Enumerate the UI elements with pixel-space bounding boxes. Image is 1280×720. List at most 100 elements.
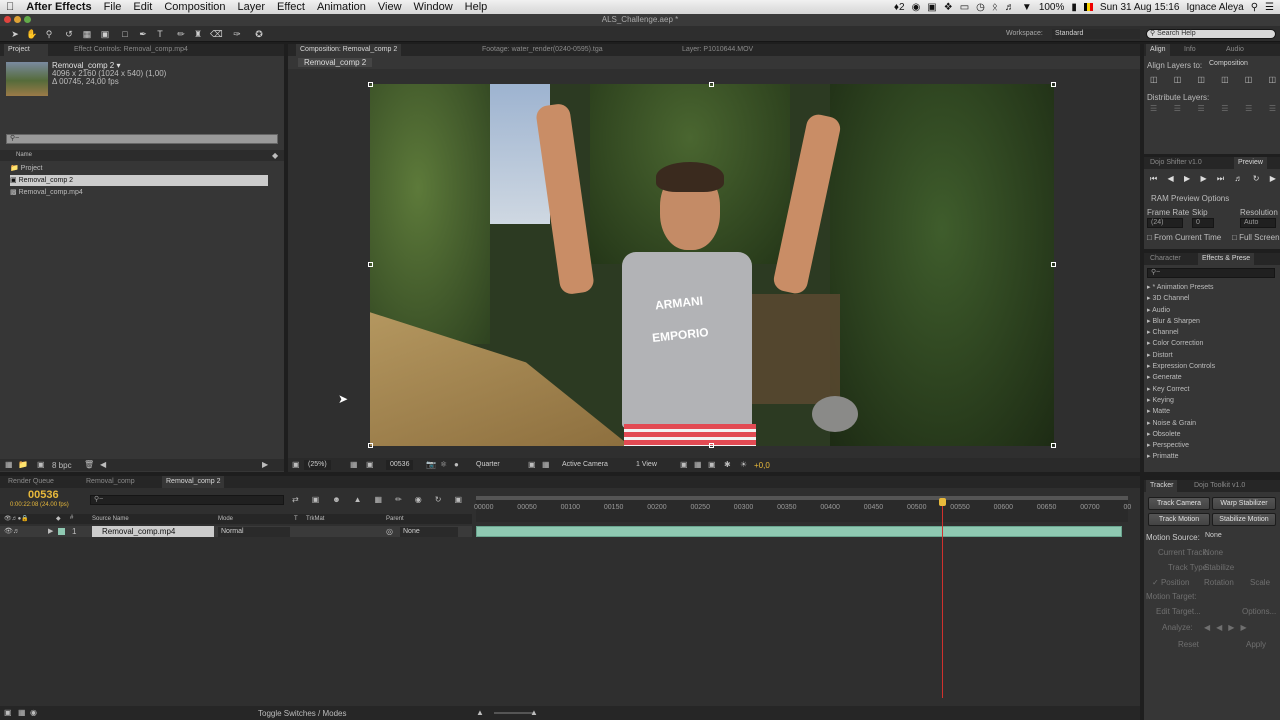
ram-preview-icon[interactable]: ▶ [1270, 174, 1276, 184]
effect-category-item[interactable]: ▸ Distort [1147, 350, 1275, 361]
effects-search-input[interactable]: ⚲~ [1147, 268, 1275, 278]
first-frame-icon[interactable]: ⏮ [1150, 174, 1157, 184]
tab-layer[interactable]: Layer: P1010644.MOV [678, 44, 757, 56]
graph-editor-icon[interactable]: ↻ [435, 495, 442, 504]
magnification-dropdown[interactable]: (25%) [304, 460, 331, 470]
menu-file[interactable]: File [98, 0, 128, 14]
rotation-checkbox[interactable]: Rotation [1204, 578, 1234, 587]
comp-frame[interactable]: ARMANI EMPORIO [370, 84, 1054, 446]
tab-project[interactable]: Project [4, 44, 48, 56]
source-name-column[interactable]: Source Name [92, 516, 129, 522]
tab-tracker[interactable]: Tracker [1146, 480, 1178, 492]
distribute-1-icon[interactable]: ☰ [1150, 104, 1157, 116]
distribute-5-icon[interactable]: ☰ [1245, 104, 1252, 116]
frame-rate-field[interactable]: (24) [1147, 218, 1183, 228]
search-help-input[interactable]: ⚲ Search Help [1146, 29, 1276, 39]
pen-tool-icon[interactable]: ✒ [138, 29, 148, 39]
delete-icon[interactable]: 🗑 [84, 460, 94, 469]
track-motion-button[interactable]: Track Motion [1148, 513, 1210, 526]
effect-category-item[interactable]: ▸ Audio [1147, 305, 1275, 316]
tab-dojo-shifter[interactable]: Dojo Shifter v1.0 [1146, 157, 1206, 169]
notification-icon[interactable]: ☰ [1265, 2, 1274, 13]
distribute-6-icon[interactable]: ☰ [1269, 104, 1276, 116]
mask-visibility-icon[interactable]: ▣ [366, 460, 374, 469]
clone-stamp-tool-icon[interactable]: ♜ [193, 29, 203, 39]
new-comp-icon[interactable]: ▣ [37, 460, 45, 469]
menu-view[interactable]: View [372, 0, 408, 14]
camera-tool-icon[interactable]: ▦ [82, 29, 92, 39]
tab-effect-controls[interactable]: Effect Controls: Removal_comp.mp4 [70, 44, 192, 56]
comp-mini-flowchart-icon[interactable]: ⇄ [292, 495, 299, 504]
effect-category-item[interactable]: ▸ 3D Channel [1147, 293, 1275, 304]
toggle-switches-modes[interactable]: Toggle Switches / Modes [258, 709, 347, 718]
parent-column[interactable]: Parent [386, 516, 404, 522]
resolution-field[interactable]: Auto [1240, 218, 1276, 228]
project-search-input[interactable]: ⚲~ [6, 134, 278, 144]
effect-category-item[interactable]: ▸ Obsolete [1147, 429, 1275, 440]
fast-preview-icon[interactable]: ▦ [694, 460, 702, 469]
effect-category-item[interactable]: ▸ * Animation Presets [1147, 282, 1275, 293]
zoom-out-icon[interactable]: ▲ [476, 708, 484, 717]
align-left-icon[interactable]: ◫ [1150, 75, 1158, 87]
tab-effects-presets[interactable]: Effects & Prese [1198, 253, 1255, 265]
handle-bl[interactable] [368, 443, 373, 448]
adobe-status-icon[interactable]: ♦2 [894, 2, 905, 13]
distribute-3-icon[interactable]: ☰ [1198, 104, 1205, 116]
reset-button[interactable]: Reset [1178, 640, 1199, 649]
zoom-window-button[interactable] [24, 16, 31, 23]
battery-status[interactable]: 100% [1039, 2, 1065, 13]
last-frame-icon[interactable]: ⏭ [1217, 174, 1224, 184]
volume-icon[interactable]: ♬ [1005, 2, 1015, 13]
flowchart-icon[interactable]: ✱ [724, 460, 731, 469]
project-item-folder[interactable]: 📁 Project [10, 163, 268, 174]
grid-icon[interactable]: ▦ [350, 460, 358, 469]
zoom-tool-icon[interactable]: ⚲ [44, 29, 54, 39]
timeline-icon[interactable]: ▣ [708, 460, 716, 469]
layer-visibility-icon[interactable]: 👁♬ [4, 527, 20, 535]
menu-extra-icon-2[interactable]: ▣ [927, 2, 936, 13]
roto-brush-tool-icon[interactable]: ✑ [232, 29, 242, 39]
comp-subtab[interactable]: Removal_comp 2 [298, 58, 373, 67]
motion-blur-icon[interactable]: ▦ [375, 495, 383, 504]
bit-depth-button[interactable]: 8 bpc [52, 461, 72, 470]
mute-icon[interactable]: ♬ [1234, 174, 1242, 184]
stabilize-motion-button[interactable]: Stabilize Motion [1212, 513, 1276, 526]
minimize-window-button[interactable] [14, 16, 21, 23]
menu-effect[interactable]: Effect [271, 0, 311, 14]
wifi-icon[interactable]: ▼ [1022, 2, 1032, 13]
layer-label-color[interactable] [58, 528, 65, 535]
hide-shy-icon[interactable]: ☻ [332, 495, 340, 504]
apply-button[interactable]: Apply [1246, 640, 1266, 649]
expand-modes-icon[interactable]: ▦ [18, 708, 26, 717]
effect-category-item[interactable]: ▸ Channel [1147, 327, 1275, 338]
new-folder-icon[interactable]: 📁 [18, 460, 28, 469]
rectangle-tool-icon[interactable]: □ [120, 29, 130, 39]
project-item-footage[interactable]: ▩ Removal_comp.mp4 [10, 187, 268, 198]
exposure-icon[interactable]: ☀ [740, 460, 747, 469]
frame-blending-icon[interactable]: ▲ [354, 495, 362, 504]
app-menu[interactable]: After Effects [20, 0, 97, 14]
tab-render-queue[interactable]: Render Queue [4, 476, 58, 488]
track-type-dropdown[interactable]: Stabilize [1204, 563, 1234, 572]
layer-duration-bar[interactable] [476, 526, 1122, 537]
camera-dropdown[interactable]: Active Camera [558, 460, 612, 470]
show-snapshot-icon[interactable]: ⚛ [440, 460, 447, 469]
expand-time-icon[interactable]: ◉ [30, 708, 37, 717]
position-checkbox[interactable]: ✓ Position [1152, 578, 1189, 587]
timeline-search-input[interactable]: ⚲~ [90, 495, 284, 505]
warp-stabilizer-button[interactable]: Warp Stabilizer [1212, 497, 1276, 510]
channel-icon[interactable]: ● [454, 460, 459, 469]
live-update-icon[interactable]: ▣ [454, 495, 462, 504]
menu-edit[interactable]: Edit [127, 0, 158, 14]
puppet-tool-icon[interactable]: ✪ [254, 29, 264, 39]
effect-category-item[interactable]: ▸ Blur & Sharpen [1147, 316, 1275, 327]
effect-category-item[interactable]: ▸ Generate [1147, 372, 1275, 383]
zoom-in-icon[interactable]: ▲ [530, 708, 538, 717]
close-window-button[interactable] [4, 16, 11, 23]
brush-tool-icon[interactable]: ✏ [176, 29, 186, 39]
views-dropdown[interactable]: 1 View [632, 460, 661, 470]
layer-expand-icon[interactable]: ▶ [48, 527, 53, 535]
effect-category-item[interactable]: ▸ Noise & Grain [1147, 418, 1275, 429]
tab-align[interactable]: Align [1146, 44, 1170, 56]
align-top-icon[interactable]: ◫ [1221, 75, 1229, 87]
